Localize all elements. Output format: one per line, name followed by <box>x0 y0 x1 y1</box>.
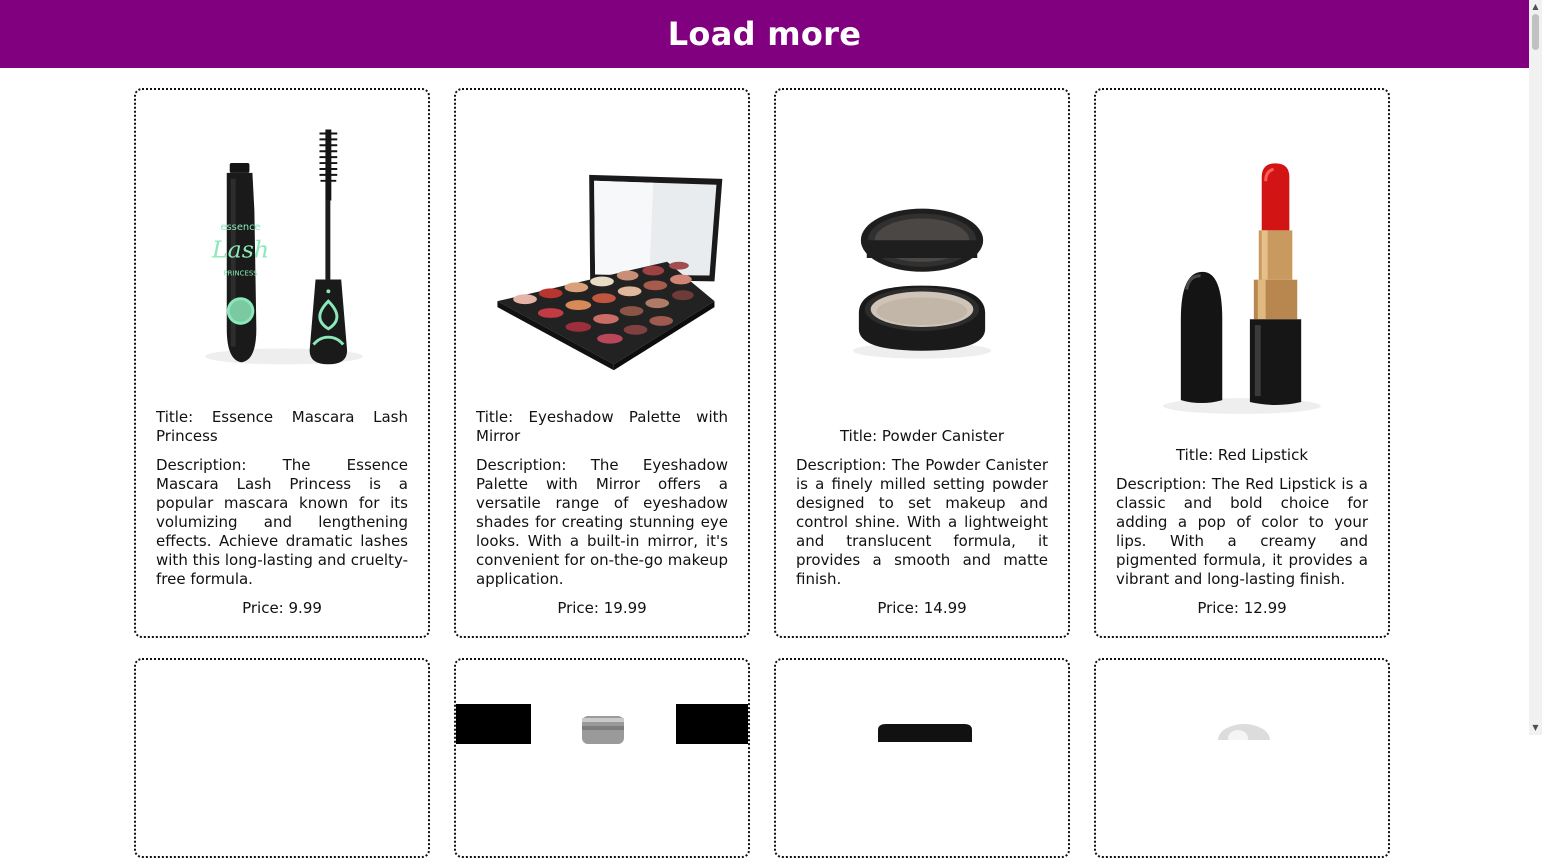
product-description: Description: The Red Lipstick is a class… <box>1116 475 1368 588</box>
page-scrollbar[interactable]: ▲ ▼ <box>1529 0 1542 735</box>
product-price: Price: 9.99 <box>242 599 322 617</box>
product-price: Price: 12.99 <box>1197 599 1287 617</box>
product-card: Title: Red Lipstick Description: The Red… <box>1094 88 1390 638</box>
product-text: Title: Powder Canister Description: The … <box>796 427 1048 618</box>
mascara-icon: essence Lash PRINCESS <box>205 129 363 365</box>
product-card: Title: Powder Canister Description: The … <box>774 88 1070 638</box>
product-description: Description: The Powder Canister is a fi… <box>796 456 1048 588</box>
scroll-up-icon[interactable]: ▲ <box>1529 0 1542 14</box>
product-title: Title: Eyeshadow Palette with Mirror <box>476 408 728 445</box>
red-lipstick-icon <box>1163 163 1321 414</box>
product-description: Description: The Eyeshadow Palette with … <box>476 456 728 588</box>
svg-text:PRINCESS: PRINCESS <box>224 270 258 278</box>
scroll-down-icon[interactable]: ▼ <box>1529 721 1542 735</box>
product-image <box>878 724 972 742</box>
product-card <box>134 658 430 858</box>
product-card <box>454 658 750 858</box>
product-card: essence Lash PRINCESS Title: Essence Mas… <box>134 88 430 638</box>
powder-canister-icon <box>852 208 992 359</box>
load-more-button[interactable]: Load more <box>0 0 1529 68</box>
svg-text:Lash: Lash <box>211 236 269 264</box>
eyeshadow-palette-icon <box>497 174 723 371</box>
scroll-thumb[interactable] <box>1532 14 1539 50</box>
product-price: Price: 14.99 <box>877 599 967 617</box>
product-card: Title: Eyeshadow Palette with Mirror Des… <box>454 88 750 638</box>
product-text: Title: Eyeshadow Palette with Mirror Des… <box>476 408 728 618</box>
svg-text:essence: essence <box>220 222 260 233</box>
product-text: Title: Red Lipstick Description: The Red… <box>1116 446 1368 618</box>
product-text: Title: Essence Mascara Lash Princess Des… <box>156 408 408 618</box>
product-image <box>456 704 748 744</box>
product-card <box>1094 658 1390 858</box>
product-card <box>774 658 1070 858</box>
product-title: Title: Powder Canister <box>839 427 1005 445</box>
product-title: Title: Red Lipstick <box>1175 446 1309 464</box>
product-description: Description: The Essence Mascara Lash Pr… <box>156 456 408 588</box>
product-title: Title: Essence Mascara Lash Princess <box>156 408 408 445</box>
product-image <box>1218 724 1270 740</box>
product-price: Price: 19.99 <box>557 599 647 617</box>
